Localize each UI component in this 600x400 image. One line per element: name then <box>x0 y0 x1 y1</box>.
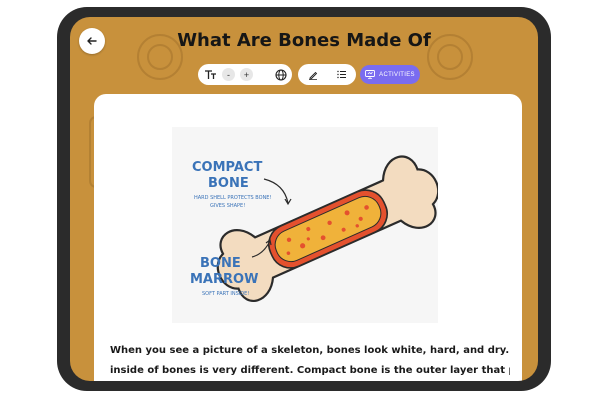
decrease-text-button[interactable]: - <box>222 68 235 81</box>
marrow-caption: SOFT PART INSIDE! <box>202 291 249 297</box>
content-panel: COMPACT BONE HARD SHELL PROTECTS BONE! G… <box>94 94 522 381</box>
list-button[interactable] <box>327 70 356 79</box>
highlight-button[interactable] <box>298 70 327 80</box>
page-title: What Are Bones Made Of <box>177 30 431 51</box>
activities-button[interactable]: ACTIVITIES <box>360 65 420 84</box>
presentation-icon <box>365 70 376 79</box>
activities-label: ACTIVITIES <box>379 71 415 78</box>
app-screen: What Are Bones Made Of - + ACTIVITIES CO… <box>70 17 538 381</box>
marrow-label-2: MARROW <box>190 272 258 287</box>
marrow-label: BONE <box>200 256 241 271</box>
text-size-button[interactable] <box>198 69 222 80</box>
paragraph-line-continued: inside of bones is very different. Compa… <box>110 365 510 376</box>
paragraph-line: When you see a picture of a skeleton, bo… <box>110 345 510 356</box>
compact-label: COMPACT <box>192 160 262 175</box>
bone-diagram: COMPACT BONE HARD SHELL PROTECTS BONE! G… <box>190 155 440 302</box>
text-size-icon <box>204 70 216 79</box>
compact-label-2: BONE <box>208 176 249 191</box>
list-icon <box>336 70 346 79</box>
pen-icon <box>308 71 317 80</box>
compact-caption-2: GIVES SHAPE! <box>210 203 245 209</box>
language-button[interactable] <box>270 68 292 81</box>
text-toolbar: - + <box>198 64 292 85</box>
bone-illustration: COMPACT BONE HARD SHELL PROTECTS BONE! G… <box>172 127 440 323</box>
globe-icon <box>275 68 287 81</box>
increase-text-button[interactable]: + <box>240 68 253 81</box>
compact-caption: HARD SHELL PROTECTS BONE! <box>194 195 271 201</box>
annotation-toolbar <box>298 64 356 85</box>
lesson-paragraph: When you see a picture of a skeleton, bo… <box>110 341 510 381</box>
